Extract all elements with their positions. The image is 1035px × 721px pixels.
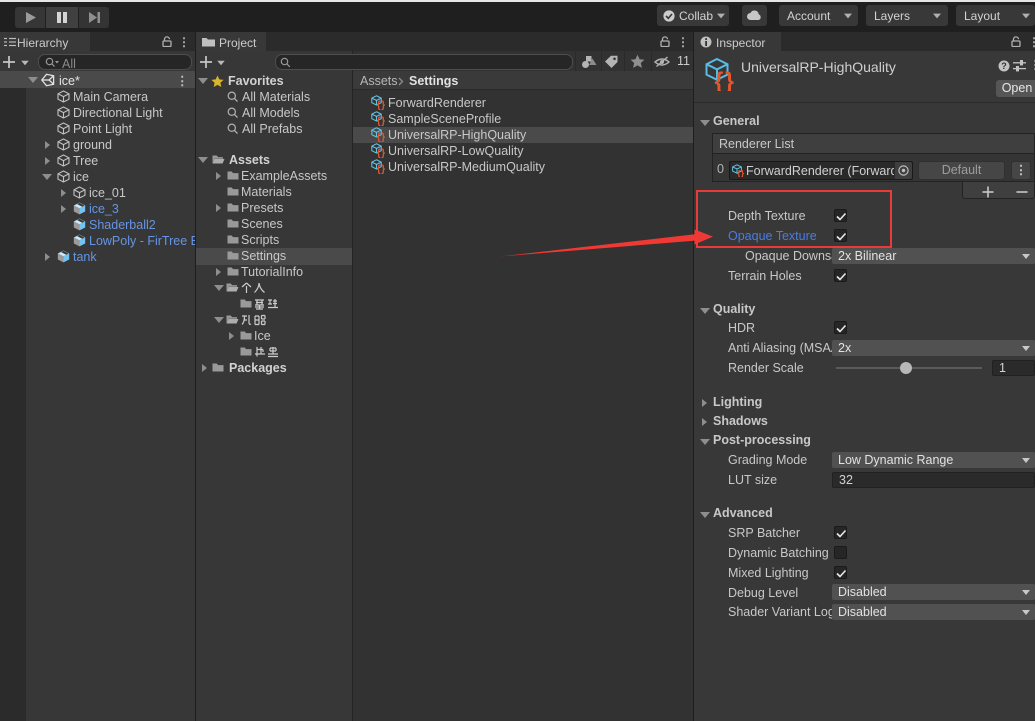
svg-text:{}: {} [737, 168, 745, 177]
svg-text:{}: {} [377, 100, 386, 110]
svg-text:?: ? [1001, 61, 1007, 71]
svg-text:{}: {} [377, 164, 386, 174]
svg-text:{}: {} [377, 148, 386, 158]
svg-text:{}: {} [715, 68, 734, 92]
svg-text:{}: {} [377, 132, 386, 142]
svg-text:{}: {} [377, 116, 386, 126]
